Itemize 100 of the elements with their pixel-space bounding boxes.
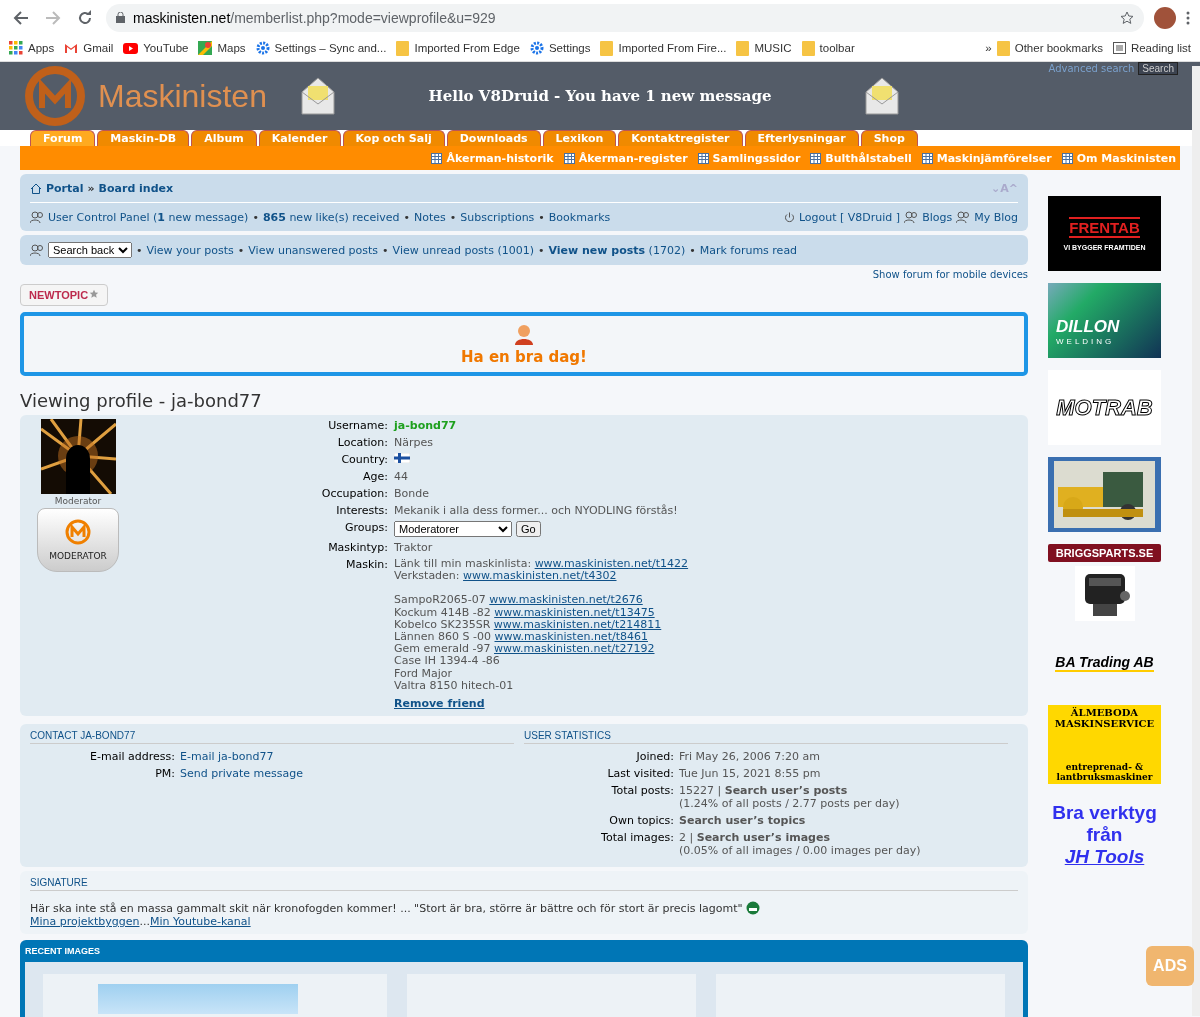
ad-banner[interactable]: BRIGGSPARTS.SE bbox=[1048, 544, 1161, 621]
machine-text: Kockum 414B -82 bbox=[394, 605, 491, 619]
user-link[interactable]: 865 new like(s) received bbox=[262, 210, 400, 224]
remove-friend-link[interactable]: Remove friend bbox=[394, 697, 485, 711]
new-topic-button[interactable]: NEWTOPIC bbox=[20, 284, 109, 306]
gear-icon bbox=[529, 41, 544, 55]
scrollbar[interactable] bbox=[1192, 66, 1200, 1016]
separator: • bbox=[382, 243, 389, 257]
bookmark[interactable]: Imported From Fire... bbox=[595, 40, 732, 56]
bookmark[interactable]: Imported From Edge bbox=[391, 40, 525, 56]
field-label: Interests: bbox=[335, 504, 388, 517]
groups-select[interactable]: Moderatorer bbox=[394, 521, 512, 537]
play-icon bbox=[123, 42, 139, 54]
page-title: Viewing profile - ja-bond77 bbox=[20, 390, 263, 411]
topic-link[interactable]: www.maskinisten.net/t13475 bbox=[494, 605, 655, 619]
field-label: Groups: bbox=[344, 521, 388, 536]
greeting-text: Ha en bra dag! bbox=[461, 347, 587, 366]
contact-link[interactable]: Send private message bbox=[180, 767, 514, 781]
field-label: Maskintyp: bbox=[327, 541, 388, 554]
address-bar[interactable]: maskinisten.net/memberlist.php?mode=viewprofile&u=929 bbox=[106, 3, 1144, 32]
contact-link[interactable]: E-mail ja-bond77 bbox=[180, 750, 514, 764]
search-link[interactable]: Mark forums read bbox=[699, 243, 798, 257]
mobile-link[interactable]: Show forum for mobile devices bbox=[872, 269, 1028, 280]
topic-link[interactable]: www.maskinisten.net/t1422 bbox=[534, 557, 689, 570]
user-link[interactable]: Notes bbox=[413, 210, 446, 224]
bookmark[interactable]: Maps bbox=[193, 41, 251, 55]
user-link[interactable]: User Control Panel (1 new message) bbox=[48, 210, 249, 224]
ad-banner[interactable]: MOTRAB bbox=[1048, 370, 1161, 445]
ad-banner[interactable]: BA Trading AB bbox=[1048, 633, 1161, 693]
stat-value: Fri May 26, 2006 7:20 am bbox=[679, 750, 820, 764]
url-text: maskinisten.net/memberlist.php?mode=viewprofile&u=929 bbox=[133, 9, 496, 26]
signature-link[interactable]: Mina projektbyggen bbox=[30, 915, 140, 929]
my-blog-link[interactable]: My Blog bbox=[974, 210, 1018, 224]
bookmark[interactable]: Gmail bbox=[59, 42, 119, 54]
search-link[interactable]: View new posts (1702) bbox=[548, 243, 686, 257]
overflow-chevron[interactable]: » bbox=[985, 42, 992, 54]
map-icon bbox=[198, 41, 213, 55]
breadcrumb-link[interactable]: Portal bbox=[46, 181, 84, 195]
bookmark[interactable]: MUSIC bbox=[731, 40, 797, 56]
search-button[interactable]: Search bbox=[1138, 62, 1178, 75]
bookmark[interactable]: YouTube bbox=[118, 42, 194, 54]
bookmark[interactable]: Apps bbox=[4, 41, 60, 55]
rank-badge: MODERATOR bbox=[37, 508, 119, 572]
username: ja-bond77 bbox=[394, 419, 458, 432]
machine-text: Ford Major bbox=[394, 666, 452, 680]
rank-title: Moderator bbox=[54, 496, 102, 506]
star-icon[interactable] bbox=[1120, 10, 1134, 25]
search-back-select[interactable]: Search back bbox=[48, 242, 132, 258]
blogs-link[interactable]: Blogs bbox=[922, 210, 953, 224]
separator: • bbox=[538, 210, 545, 224]
profile-avatar[interactable] bbox=[1154, 6, 1176, 29]
machine-text: Verkstaden: bbox=[394, 569, 460, 583]
ad-text: BRIGGSPARTS.SE bbox=[1048, 544, 1161, 562]
image-thumbnail[interactable] bbox=[98, 984, 298, 1015]
bookmark[interactable]: toolbar bbox=[796, 40, 860, 56]
bookmark[interactable]: Other bookmarks bbox=[991, 40, 1108, 56]
topic-link[interactable]: www.maskinisten.net/t214811 bbox=[493, 617, 662, 631]
user-link[interactable]: Bookmarks bbox=[548, 210, 611, 224]
reading-list[interactable]: Reading list bbox=[1107, 42, 1196, 54]
users-icon bbox=[30, 211, 44, 223]
ad-banner[interactable]: Bra verktyg från JH Tools bbox=[1048, 796, 1161, 874]
ad-text: ÄLMEBODA MASKINSERVICE bbox=[1053, 707, 1156, 729]
field-label: E-mail address: bbox=[89, 750, 175, 764]
new-message-notice[interactable]: Hello V8Druid - You have 1 new message bbox=[428, 87, 772, 105]
field-label: PM: bbox=[154, 767, 175, 781]
topic-link[interactable]: www.maskinisten.net/t27192 bbox=[494, 642, 655, 656]
stat-value: Tue Jun 15, 2021 8:55 pm bbox=[679, 767, 821, 781]
signature-link[interactable]: Min Youtube-kanal bbox=[149, 915, 251, 929]
machine-text: Valtra 8150 hitech-01 bbox=[394, 678, 514, 692]
search-link[interactable]: View unread posts (1001) bbox=[392, 243, 534, 257]
ad-banner[interactable]: DILLON WELDING bbox=[1048, 283, 1161, 358]
logo-text: Maskinisten bbox=[98, 77, 267, 115]
machine-text: Kobelco SK235SR bbox=[394, 617, 491, 631]
table-icon bbox=[431, 152, 443, 164]
separator: • bbox=[537, 243, 545, 257]
ad-banner[interactable]: ÄLMEBODA MASKINSERVICE entreprenad- & lantbruksmaskiner bbox=[1048, 705, 1161, 784]
logout-link[interactable]: Logout [ V8Druid ] bbox=[798, 210, 901, 224]
user-link[interactable]: Subscriptions bbox=[460, 210, 535, 224]
breadcrumb-link[interactable]: Board index bbox=[98, 181, 174, 195]
machine-text: Gem emerald -97 bbox=[394, 642, 491, 656]
star-icon bbox=[89, 289, 100, 299]
search-link[interactable]: View your posts bbox=[146, 243, 234, 257]
machine-text: Case IH 1394-4 -86 bbox=[394, 654, 500, 668]
menu-icon[interactable] bbox=[1186, 10, 1190, 25]
topic-link[interactable]: www.maskinisten.net/t2676 bbox=[489, 593, 643, 607]
section-heading: USER STATISTICS bbox=[524, 730, 1008, 745]
section-heading: CONTACT JA-BOND77 bbox=[30, 730, 514, 745]
person-icon bbox=[513, 322, 535, 345]
separator-text: ... bbox=[139, 915, 150, 929]
ad-text: WELDING bbox=[1056, 337, 1115, 346]
search-link[interactable]: View unanswered posts bbox=[248, 243, 379, 257]
separator: • bbox=[403, 210, 410, 224]
table-icon bbox=[563, 152, 575, 164]
topic-link[interactable]: www.maskinisten.net/t8461 bbox=[494, 630, 648, 643]
topic-link[interactable]: www.maskinisten.net/t4302 bbox=[463, 569, 617, 583]
field-label: Age: bbox=[362, 470, 388, 483]
bookmark[interactable]: Settings bbox=[524, 41, 596, 55]
bookmark[interactable]: Settings – Sync and... bbox=[250, 41, 392, 55]
go-button[interactable]: Go bbox=[516, 521, 541, 537]
logo-icon bbox=[65, 519, 91, 545]
